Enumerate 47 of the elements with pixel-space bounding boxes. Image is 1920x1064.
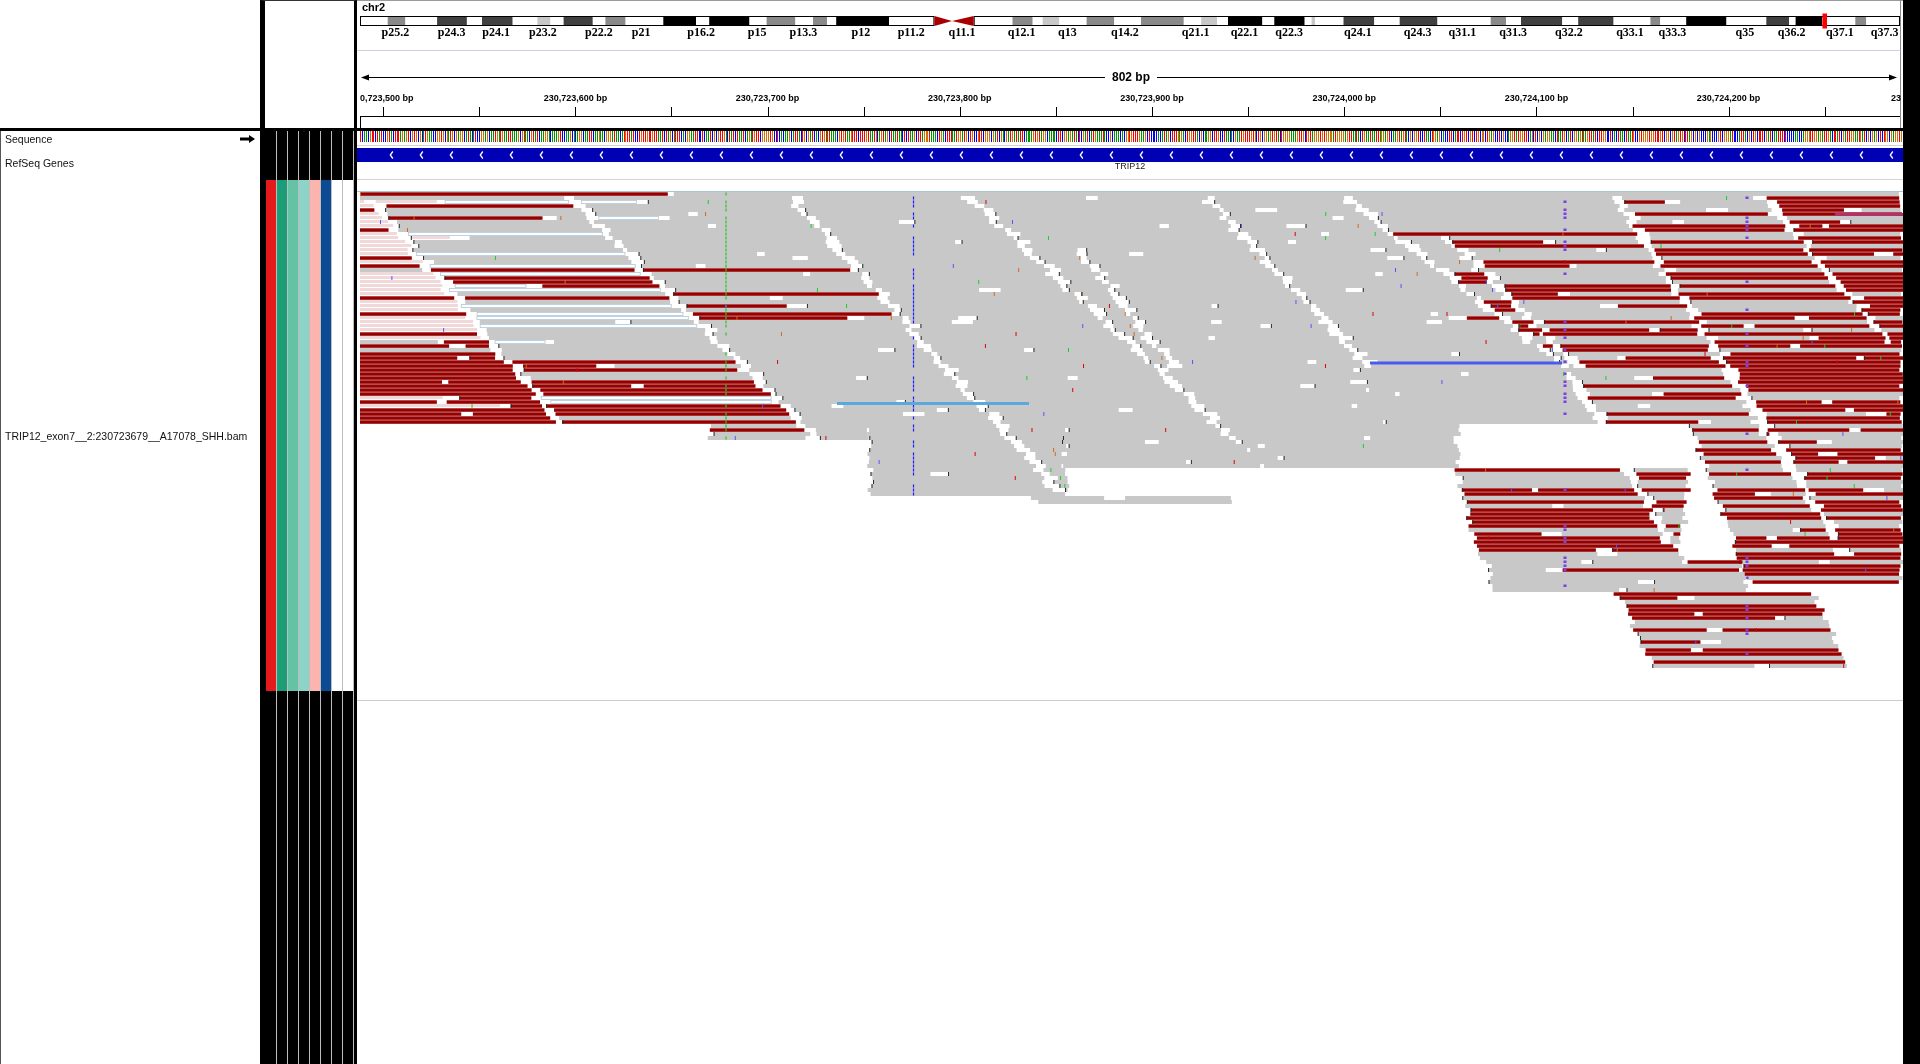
- band-label: q37.1: [1826, 25, 1854, 39]
- band-label: q31.3: [1499, 25, 1527, 39]
- track-name: RefSeq Genes: [5, 157, 74, 169]
- chromosome-label: chr2: [362, 1, 386, 13]
- band-label: p23.2: [529, 25, 557, 39]
- band-label: q24.3: [1403, 25, 1432, 39]
- ruler-tick-label: 0,723,500 bp: [360, 93, 414, 103]
- band-label: q12.1: [1007, 25, 1036, 39]
- ruler-tick-label: 230,723,600 bp: [543, 93, 608, 103]
- gene-feature-bar[interactable]: [357, 148, 1903, 162]
- ruler-tick-label: 230,724,100 bp: [1504, 93, 1569, 103]
- band-label: q35: [1735, 25, 1755, 39]
- band-label: p15: [747, 25, 767, 39]
- gene-label: TRIP12: [1114, 161, 1146, 171]
- span-label: 802 bp: [1112, 70, 1150, 84]
- band-label: q36.2: [1777, 25, 1806, 39]
- track-name: TRIP12_exon7__2:230723679__A17078_SHH.bam: [5, 429, 248, 442]
- band-label: p16.2: [687, 25, 715, 39]
- band-label: p25.2: [381, 25, 410, 39]
- band-label: p13.3: [789, 25, 818, 39]
- ruler-tick-label: 230,724,200 bp: [1696, 93, 1761, 103]
- ruler-tick-label: 23: [1891, 93, 1901, 103]
- band-label: q33.3: [1658, 25, 1687, 39]
- band-label: p24.3: [437, 25, 466, 39]
- band-label: q13: [1058, 25, 1077, 39]
- band-label: q24.1: [1344, 25, 1372, 39]
- band-label: q37.3: [1870, 25, 1899, 39]
- ruler-tick-label: 230,723,700 bp: [735, 93, 800, 103]
- band-label: q11.1: [948, 25, 976, 39]
- band-label: q22.1: [1230, 25, 1259, 39]
- band-label: q21.1: [1181, 25, 1210, 39]
- band-label: p12: [851, 25, 871, 39]
- chromosome-ideogram[interactable]: [360, 13, 1900, 29]
- band-label: q32.2: [1554, 25, 1583, 39]
- band-label: p11.2: [897, 25, 925, 39]
- right-arrow-icon[interactable]: [240, 134, 255, 143]
- ruler-tick-label: 230,724,000 bp: [1312, 93, 1376, 103]
- band-label: p21: [631, 25, 651, 39]
- ruler-tick-label: 230,723,900 bp: [1120, 93, 1184, 103]
- band-label: p24.1: [482, 25, 510, 39]
- band-label: q22.3: [1275, 25, 1304, 39]
- band-label: q31.1: [1448, 25, 1477, 39]
- track-name: Sequence: [5, 132, 53, 145]
- band-label: q14.2: [1110, 25, 1139, 39]
- band-label: p22.2: [585, 25, 613, 39]
- ruler-tick-label: 230,723,800 bp: [928, 93, 992, 103]
- band-label: q33.1: [1616, 25, 1644, 39]
